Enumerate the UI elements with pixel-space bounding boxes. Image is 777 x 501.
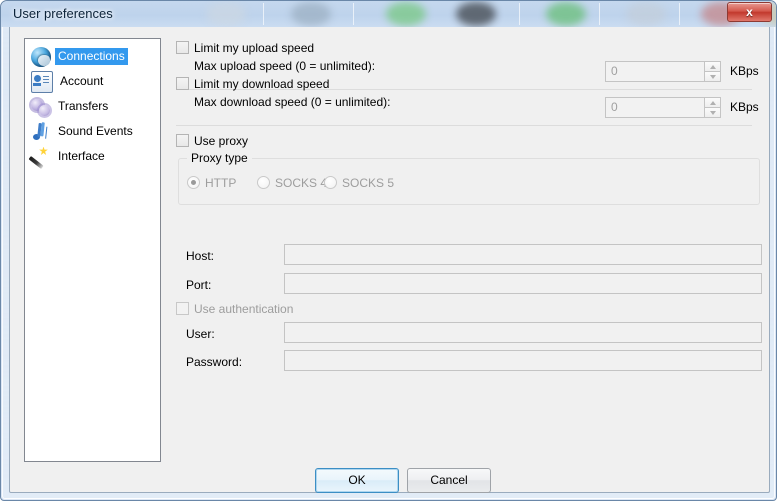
glass-divider (263, 3, 264, 25)
proxy-type-radio-socks5[interactable]: SOCKS 5 (324, 176, 394, 190)
port-label: Port: (186, 278, 212, 292)
host-label: Host: (186, 249, 215, 263)
preferences-category-list[interactable]: Connections Account Transfers Sound Even… (24, 38, 161, 462)
desktop-glass-icon (626, 2, 666, 26)
sidebar-item-label: Transfers (58, 99, 109, 113)
gears-icon (31, 97, 51, 117)
use-proxy-checkbox[interactable] (176, 134, 189, 147)
download-spinner-up-icon[interactable] (704, 97, 721, 108)
sidebar-item-label: Interface (58, 149, 105, 163)
limit-download-row: Limit my download speed Max download spe… (176, 77, 390, 109)
download-section-divider (176, 125, 752, 126)
sidebar-item-sound-events[interactable]: Sound Events (28, 119, 157, 144)
title-bar: User preferences x (1, 1, 776, 27)
proxy-type-group-title: Proxy type (187, 151, 252, 165)
sidebar-item-label: Sound Events (58, 124, 133, 138)
host-input[interactable] (284, 244, 762, 265)
use-authentication-checkbox[interactable] (176, 302, 189, 315)
sidebar-item-interface[interactable]: Interface (28, 144, 157, 169)
glass-divider (679, 3, 680, 25)
proxy-type-groupbox: Proxy type HTTP SOCKS 4 SOCKS 5 (178, 151, 760, 205)
id-card-icon (31, 70, 53, 93)
cancel-button[interactable]: Cancel (407, 468, 491, 493)
user-input[interactable] (284, 322, 762, 343)
proxy-type-label: SOCKS 5 (342, 176, 395, 190)
download-spinner-down-icon[interactable] (704, 108, 721, 118)
http-radio-icon[interactable] (187, 176, 200, 189)
ok-button[interactable]: OK (315, 468, 399, 493)
port-input[interactable] (284, 273, 762, 294)
upload-speed-unit: KBps (730, 64, 759, 78)
glass-divider (353, 3, 354, 25)
limit-upload-row: Limit my upload speed Max upload speed (… (176, 41, 375, 73)
max-upload-speed-stepper[interactable]: 0 KBps (605, 61, 759, 82)
password-label: Password: (186, 355, 243, 369)
upload-spinner-up-icon[interactable] (704, 61, 721, 72)
desktop-glass-icon (206, 2, 246, 26)
sidebar-item-account[interactable]: Account (28, 69, 157, 94)
password-input[interactable] (284, 350, 762, 371)
desktop-glass-icon (291, 2, 331, 26)
socks5-radio-icon[interactable] (324, 176, 337, 189)
max-download-speed-stepper[interactable]: 0 KBps (605, 97, 759, 118)
desktop-glass-icon (386, 2, 426, 26)
use-authentication-label: Use authentication (194, 302, 294, 316)
limit-download-speed-checkbox[interactable] (176, 77, 189, 90)
use-proxy-label: Use proxy (194, 134, 249, 148)
max-download-speed-label: Max download speed (0 = unlimited): (194, 95, 391, 109)
max-upload-speed-label: Max upload speed (0 = unlimited): (194, 59, 376, 73)
upload-spinner-down-icon[interactable] (704, 72, 721, 82)
window-title: User preferences (13, 6, 113, 21)
proxy-type-label: HTTP (205, 176, 237, 190)
glass-divider (599, 3, 600, 25)
connections-settings-pane: Limit my upload speed Max upload speed (… (168, 38, 762, 462)
user-label: User: (186, 327, 215, 341)
glass-divider (519, 3, 520, 25)
limit-upload-speed-label: Limit my upload speed (194, 41, 315, 55)
socks4-radio-icon[interactable] (257, 176, 270, 189)
use-proxy-row: Use proxy (176, 134, 248, 148)
proxy-type-radio-socks4[interactable]: SOCKS 4 (257, 176, 327, 190)
limit-download-speed-label: Limit my download speed (194, 77, 330, 91)
close-icon[interactable]: x (727, 2, 772, 22)
desktop-glass-icon (456, 2, 496, 26)
sidebar-item-connections[interactable]: Connections (28, 44, 157, 69)
limit-upload-speed-checkbox[interactable] (176, 41, 189, 54)
user-preferences-window: User preferences x Connections Account T… (0, 0, 777, 501)
globe-icon (31, 46, 51, 67)
upload-spinner-buttons[interactable] (704, 61, 721, 82)
dialog-client-area: Connections Account Transfers Sound Even… (9, 27, 770, 493)
max-upload-speed-input[interactable]: 0 (605, 61, 705, 82)
desktop-glass-icon (546, 2, 586, 26)
music-note-icon (31, 122, 51, 142)
sidebar-item-label: Connections (55, 48, 128, 65)
proxy-type-radio-http[interactable]: HTTP (187, 176, 236, 190)
sidebar-item-label: Account (60, 74, 104, 88)
download-speed-unit: KBps (730, 100, 759, 114)
max-download-speed-input[interactable]: 0 (605, 97, 705, 118)
sidebar-item-transfers[interactable]: Transfers (28, 94, 157, 119)
use-authentication-row: Use authentication (176, 302, 293, 316)
download-spinner-buttons[interactable] (704, 97, 721, 118)
proxy-type-label: SOCKS 4 (275, 176, 328, 190)
magic-wand-icon (31, 147, 51, 167)
